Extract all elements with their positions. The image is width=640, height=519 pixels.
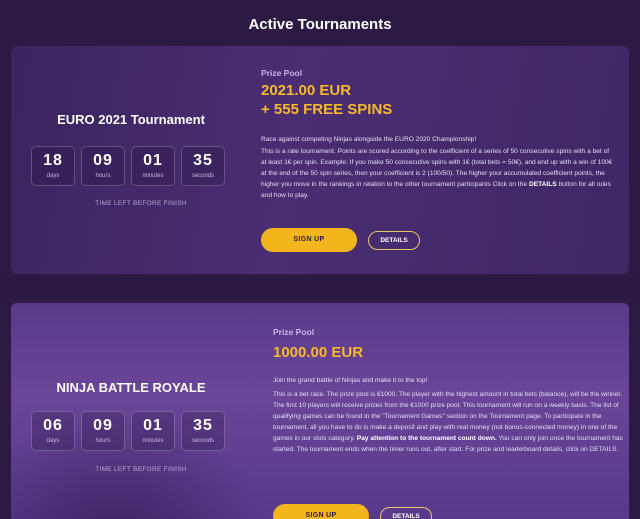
timer-value: 35 — [193, 417, 213, 434]
time-left-label: TIME LEFT BEFORE FINISH — [95, 200, 187, 207]
timer-value: 01 — [143, 417, 163, 434]
tournament-summary: EURO 2021 Tournament 18 days 09 hours 01… — [11, 46, 251, 274]
description-intro: Race against competing Ninjas alongside … — [261, 136, 477, 143]
timer-hours: 09 hours — [81, 411, 125, 451]
timer-unit: seconds — [191, 438, 215, 444]
sign-up-button[interactable]: SIGN UP — [273, 504, 369, 519]
timer-minutes: 01 minutes — [131, 146, 175, 186]
timer-unit: hours — [95, 438, 111, 444]
details-button[interactable]: DETAILS — [368, 231, 420, 250]
timer-seconds: 35 seconds — [181, 146, 225, 186]
countdown-timer: 18 days 09 hours 01 minutes 35 seconds — [31, 146, 231, 186]
page-title: Active Tournaments — [248, 16, 392, 33]
timer-value: 06 — [43, 417, 63, 434]
timer-unit: seconds — [191, 173, 215, 179]
tournament-details: Prize Pool 1000.00 EUR Join the grand ba… — [273, 303, 629, 519]
timer-unit: hours — [95, 173, 111, 179]
description-bold: Pay attention to the tournament count do… — [356, 435, 497, 442]
timer-value: 09 — [93, 152, 113, 169]
tournament-card-euro-2021: EURO 2021 Tournament 18 days 09 hours 01… — [11, 46, 629, 274]
timer-value: 01 — [143, 152, 163, 169]
timer-hours: 09 hours — [81, 146, 125, 186]
description-intro: Join the grand battle of Ninjas and make… — [273, 377, 428, 384]
timer-days: 06 days — [31, 411, 75, 451]
tournament-name: EURO 2021 Tournament — [57, 112, 205, 127]
tournament-description: Join the grand battle of Ninjas and make… — [273, 375, 623, 456]
tournament-card-ninja-battle-royale: NINJA BATTLE ROYALE 06 days 09 hours 01 … — [11, 303, 629, 519]
prize-pool-label: Prize Pool — [273, 327, 315, 337]
timer-unit: days — [46, 173, 60, 179]
prize-pool-label: Prize Pool — [261, 68, 303, 78]
time-left-label: TIME LEFT BEFORE FINISH — [95, 466, 187, 473]
timer-value: 35 — [193, 152, 213, 169]
tournament-description: Race against competing Ninjas alongside … — [261, 134, 616, 202]
timer-value: 18 — [43, 152, 63, 169]
timer-unit: days — [46, 438, 60, 444]
prize-pool-free-spins: + 555 FREE SPINS — [261, 101, 393, 118]
tournament-name: NINJA BATTLE ROYALE — [56, 380, 206, 395]
timer-unit: minutes — [142, 173, 164, 179]
description-body: This is a rate tournament. Points are sc… — [261, 148, 613, 199]
timer-value: 09 — [93, 417, 113, 434]
description-bold: DETAILS — [528, 181, 557, 188]
prize-pool-amount: 2021.00 EUR — [261, 82, 352, 99]
tournament-details: Prize Pool 2021.00 EUR + 555 FREE SPINS … — [261, 46, 621, 274]
description-body: This is a bet race. The prize pool is €1… — [273, 391, 623, 453]
tournament-summary: NINJA BATTLE ROYALE 06 days 09 hours 01 … — [11, 303, 251, 519]
timer-days: 18 days — [31, 146, 75, 186]
details-button[interactable]: DETAILS — [380, 507, 432, 519]
timer-minutes: 01 minutes — [131, 411, 175, 451]
sign-up-button[interactable]: SIGN UP — [261, 228, 357, 252]
timer-seconds: 35 seconds — [181, 411, 225, 451]
timer-unit: minutes — [142, 438, 164, 444]
prize-pool-amount: 1000.00 EUR — [273, 344, 364, 361]
countdown-timer: 06 days 09 hours 01 minutes 35 seconds — [31, 411, 231, 451]
section-divider — [0, 278, 640, 298]
